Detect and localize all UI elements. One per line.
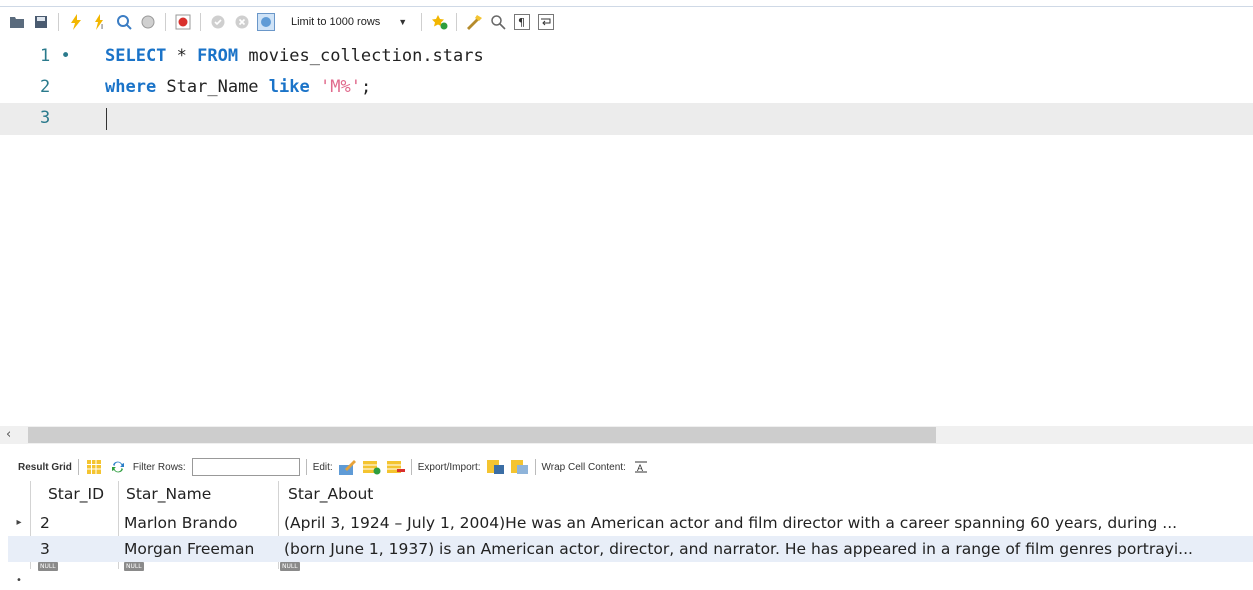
code-text: ; bbox=[360, 77, 372, 97]
toolbar-separator bbox=[77, 459, 79, 475]
scrollbar-thumb[interactable] bbox=[28, 427, 936, 443]
result-grid-tab[interactable]: Result Grid bbox=[18, 462, 72, 473]
wrap-cell-content-label: Wrap Cell Content: bbox=[541, 461, 626, 473]
text-cursor bbox=[106, 108, 107, 130]
filter-rows-input[interactable] bbox=[191, 458, 300, 476]
refresh-icon[interactable] bbox=[109, 458, 127, 476]
execute-lightning-icon[interactable] bbox=[67, 13, 85, 31]
new-row[interactable]: • NULL NULL NULL bbox=[8, 562, 1253, 586]
toolbar-separator bbox=[410, 459, 412, 475]
null-badge: NULL bbox=[280, 562, 300, 571]
explain-magnifier-icon[interactable] bbox=[115, 13, 133, 31]
beautify-icon[interactable] bbox=[465, 13, 483, 31]
code-line: SELECT * FROM movies_collection.stars bbox=[105, 41, 484, 71]
filter-rows-label: Filter Rows: bbox=[132, 461, 186, 473]
export-import-label: Export/Import: bbox=[417, 461, 481, 473]
svg-text:A: A bbox=[637, 463, 643, 473]
toolbar-separator bbox=[534, 459, 536, 475]
table-row[interactable]: 3 Morgan Freeman (born June 1, 1937) is … bbox=[8, 536, 1253, 562]
toggle-error-icon[interactable] bbox=[174, 13, 192, 31]
editor-line-current[interactable]: 3 bbox=[0, 103, 1253, 135]
scroll-left-arrow-icon[interactable]: ‹ bbox=[6, 426, 11, 444]
cell-star-name[interactable]: Marlon Brando bbox=[124, 510, 274, 536]
cell-star-id[interactable]: 2 bbox=[40, 510, 118, 536]
rollback-icon[interactable] bbox=[233, 13, 251, 31]
column-header-star-about[interactable]: Star_About bbox=[288, 481, 1253, 507]
delete-row-icon[interactable] bbox=[386, 458, 405, 476]
horizontal-scrollbar[interactable]: ‹ bbox=[0, 426, 1253, 444]
toolbar-separator bbox=[456, 12, 458, 31]
sql-workbench-window: I Limit to 1000 rows ▼ ¶ 1 • SELECT * FR… bbox=[0, 0, 1253, 590]
cell-star-about[interactable]: (born June 1, 1937) is an American actor… bbox=[284, 536, 1253, 562]
column-header-star-id[interactable]: Star_ID bbox=[36, 481, 116, 507]
grid-view-icon[interactable] bbox=[85, 458, 103, 476]
toolbar-separator bbox=[58, 12, 59, 31]
import-icon[interactable] bbox=[510, 458, 529, 476]
toolbar-separator bbox=[200, 12, 201, 31]
result-toolbar: Result Grid Filter Rows: Edit: Export/Im… bbox=[0, 455, 1253, 479]
toolbar-separator bbox=[305, 459, 307, 475]
autocommit-icon[interactable] bbox=[257, 12, 275, 31]
limit-rows-select[interactable]: Limit to 1000 rows ▼ bbox=[285, 12, 413, 32]
toolbar-separator bbox=[165, 12, 166, 31]
commit-icon[interactable] bbox=[209, 13, 227, 31]
invisible-chars-icon[interactable]: ¶ bbox=[513, 13, 531, 31]
null-badge: NULL bbox=[38, 562, 58, 571]
limit-rows-label: Limit to 1000 rows bbox=[291, 15, 381, 28]
edit-label: Edit: bbox=[312, 461, 333, 473]
insert-row-icon[interactable] bbox=[362, 458, 381, 476]
code-keyword: like bbox=[268, 77, 310, 97]
code-text: Star_Name bbox=[156, 77, 269, 97]
line-number: 2 bbox=[40, 77, 51, 97]
add-snippet-icon[interactable] bbox=[430, 13, 448, 31]
cell-star-id[interactable]: 3 bbox=[40, 536, 118, 562]
edit-row-icon[interactable] bbox=[338, 458, 357, 476]
svg-text:I: I bbox=[101, 23, 103, 30]
code-text: movies_collection.stars bbox=[238, 46, 484, 66]
code-text: * bbox=[166, 46, 198, 66]
current-row-marker-icon: ▸ bbox=[16, 517, 22, 528]
editor-line[interactable]: 2 where Star_Name like 'M%'; bbox=[0, 72, 1253, 102]
execute-current-icon[interactable]: I bbox=[91, 13, 109, 31]
cell-star-name[interactable]: Morgan Freeman bbox=[124, 536, 274, 562]
line-number: 3 bbox=[40, 108, 51, 128]
sql-editor[interactable]: 1 • SELECT * FROM movies_collection.star… bbox=[0, 38, 1253, 138]
null-badge: NULL bbox=[124, 562, 144, 571]
table-row[interactable]: ▸ 2 Marlon Brando (April 3, 1924 – July … bbox=[8, 510, 1253, 536]
stop-icon[interactable] bbox=[139, 13, 157, 31]
export-icon[interactable] bbox=[486, 458, 505, 476]
folder-open-icon[interactable] bbox=[8, 13, 26, 31]
code-keyword: FROM bbox=[197, 46, 239, 66]
editor-line[interactable]: 1 • SELECT * FROM movies_collection.star… bbox=[0, 41, 1253, 71]
code-line: where Star_Name like 'M%'; bbox=[105, 72, 371, 102]
editor-toolbar: I Limit to 1000 rows ▼ ¶ bbox=[0, 6, 1253, 36]
code-keyword: where bbox=[105, 77, 157, 97]
result-grid: Star_ID Star_Name Star_About ▸ 2 Marlon … bbox=[8, 481, 1253, 590]
wrap-cell-toggle-icon[interactable]: A bbox=[632, 458, 650, 476]
find-icon[interactable] bbox=[489, 13, 507, 31]
wrap-icon[interactable] bbox=[537, 13, 555, 31]
code-keyword: SELECT bbox=[105, 46, 167, 66]
save-icon[interactable] bbox=[32, 13, 50, 31]
code-string: 'M%' bbox=[319, 77, 361, 97]
cell-star-about[interactable]: (April 3, 1924 – July 1, 2004)He was an … bbox=[284, 510, 1253, 536]
line-number: 1 • bbox=[40, 46, 71, 66]
column-header-star-name[interactable]: Star_Name bbox=[126, 481, 276, 507]
grid-header-row: Star_ID Star_Name Star_About bbox=[8, 481, 1253, 507]
chevron-down-icon: ▼ bbox=[398, 16, 408, 27]
svg-text:¶: ¶ bbox=[518, 16, 525, 29]
new-row-marker-icon: • bbox=[16, 575, 22, 586]
toolbar-separator bbox=[421, 12, 423, 31]
